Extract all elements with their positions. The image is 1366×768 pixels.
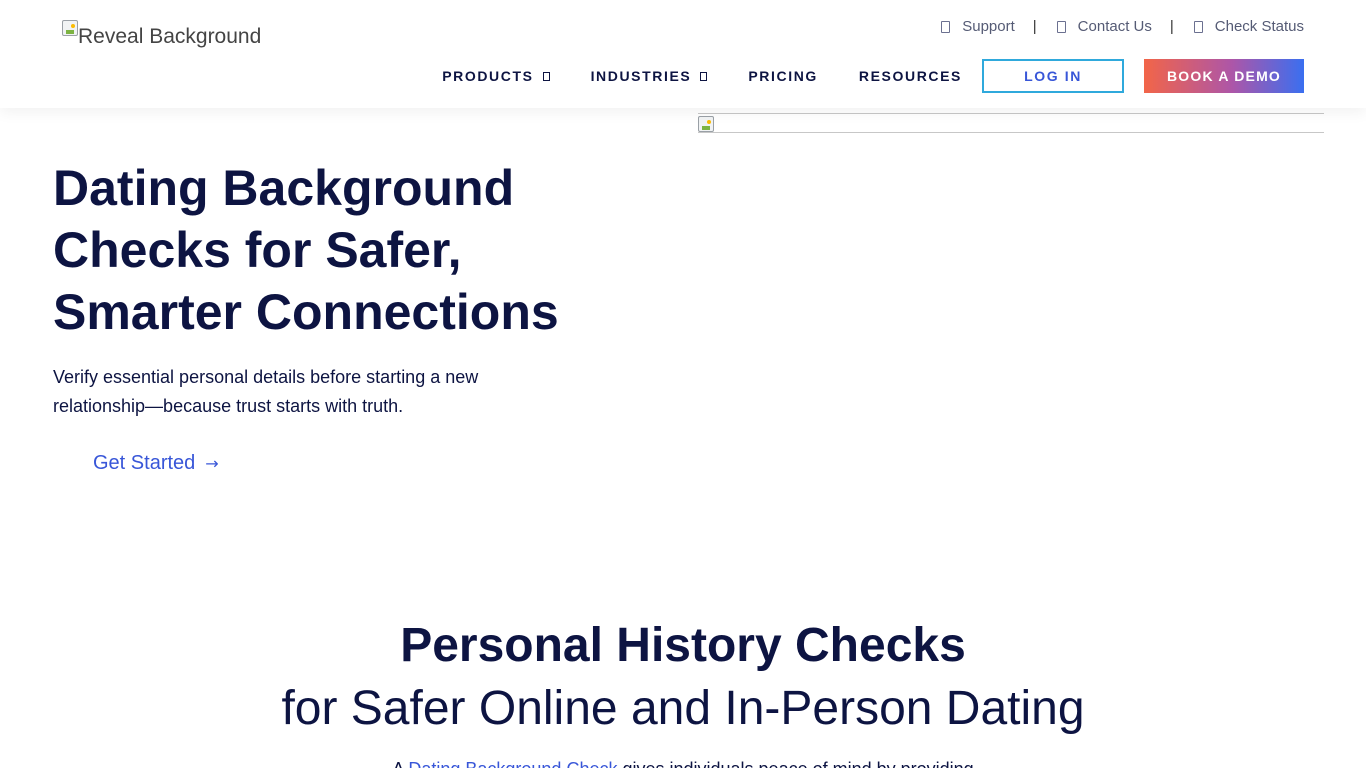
- chevron-down-icon: [700, 71, 708, 81]
- nav-resources-label: RESOURCES: [858, 68, 962, 84]
- get-started-label: Get Started: [93, 452, 196, 474]
- nav-industries[interactable]: INDUSTRIES: [591, 68, 708, 84]
- check-status-link[interactable]: Check Status: [1193, 18, 1304, 35]
- separator: |: [1169, 18, 1174, 35]
- nav-products[interactable]: PRODUCTS: [442, 68, 550, 84]
- headset-icon: [941, 20, 951, 33]
- nav-pricing[interactable]: PRICING: [748, 68, 818, 84]
- get-started-link[interactable]: Get Started →: [93, 452, 219, 475]
- arrow-right-icon: →: [205, 454, 219, 473]
- site-header: Reveal Background Support | Contact Us |…: [0, 0, 1366, 108]
- broken-image-icon: [698, 116, 714, 132]
- hero-subtitle: Verify essential personal details before…: [53, 367, 479, 416]
- chevron-down-icon: [542, 71, 550, 81]
- broken-image-icon: [62, 20, 78, 36]
- section-paragraph-suffix: gives individuals peace of mind by provi…: [617, 759, 973, 768]
- support-link-label: Support: [962, 18, 1015, 35]
- nav-resources[interactable]: RESOURCES: [859, 68, 962, 84]
- separator: |: [1032, 18, 1037, 35]
- nav-pricing-label: PRICING: [748, 68, 818, 84]
- hero-title: Dating Background Checks for Safer, Smar…: [53, 160, 559, 340]
- check-status-link-label: Check Status: [1214, 18, 1304, 35]
- nav-industries-label: INDUSTRIES: [590, 68, 692, 84]
- utility-links: Support | Contact Us | Check Status: [941, 18, 1304, 35]
- section-title: Personal History Checks: [400, 619, 966, 672]
- login-button[interactable]: LOG IN: [982, 59, 1124, 93]
- logo[interactable]: Reveal Background: [62, 20, 261, 52]
- book-demo-button[interactable]: BOOK A DEMO: [1144, 59, 1304, 93]
- hero-image: [698, 113, 1324, 133]
- status-icon: [1193, 20, 1203, 33]
- contact-us-link[interactable]: Contact Us: [1056, 18, 1152, 35]
- section-subtitle: for Safer Online and In-Person Dating: [281, 682, 1085, 735]
- logo-alt-text: Reveal Background: [78, 25, 262, 48]
- contact-us-link-label: Contact Us: [1077, 18, 1152, 35]
- section-paragraph-prefix: A: [392, 759, 408, 768]
- section-paragraph: A Dating Background Check gives individu…: [0, 757, 1366, 768]
- phone-icon: [1056, 20, 1066, 33]
- main-nav: PRODUCTS INDUSTRIES PRICING RESOURCES LO…: [442, 59, 1304, 93]
- support-link[interactable]: Support: [941, 18, 1015, 35]
- nav-products-label: PRODUCTS: [442, 68, 534, 84]
- dating-background-check-link[interactable]: Dating Background Check: [408, 759, 617, 768]
